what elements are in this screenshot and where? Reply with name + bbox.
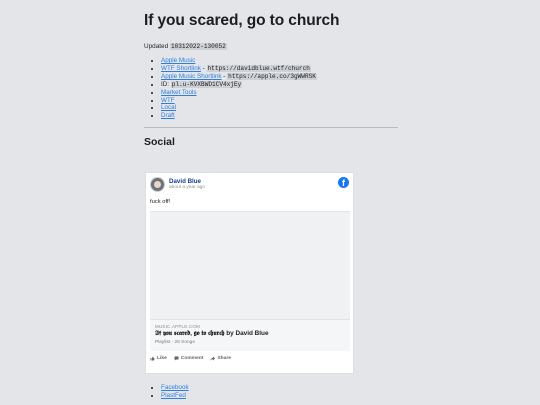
post-actions: Like Comment Share (150, 356, 231, 361)
plastfed-link[interactable]: PlastFed (161, 392, 186, 399)
social-heading: Social (144, 136, 175, 149)
wtf-shortlink-url: https://davidblue.wtf/church (206, 64, 311, 72)
avatar[interactable] (150, 177, 165, 192)
list-item: WTF Shortlink - https://davidblue.wtf/ch… (161, 64, 398, 73)
links-list: Apple Music WTF Shortlink - https://davi… (144, 57, 398, 120)
comment-label: Comment (180, 356, 204, 361)
playlist-id: pl.u-KVXBWD1CV4xjEy (170, 80, 243, 88)
list-item: WTF (161, 97, 398, 105)
updated-label: Updated (144, 43, 169, 50)
preview-domain: MUSIC.APPLE.COM (155, 324, 201, 329)
draft-link[interactable]: Draft (161, 112, 175, 119)
share-arrow-icon (210, 356, 216, 361)
id-label: ID: (161, 80, 170, 88)
page-title: If you scared, go to church (144, 12, 340, 29)
list-item: Draft (161, 112, 398, 120)
list-item: Facebook (161, 384, 189, 392)
apple-music-shortlink-link[interactable]: Apple Music Shortlink (161, 73, 222, 80)
like-button[interactable]: Like (150, 356, 167, 361)
separator: - (202, 64, 205, 72)
list-item: Local (161, 104, 398, 112)
separator: - (223, 72, 226, 80)
preview-title: 𝕴𝖋 𝖞𝖔𝖚 𝖘𝖈𝖆𝖗𝖊𝖉, 𝖌𝖔 𝖙𝖔 𝖈𝖍𝖚𝖗𝖈𝖍 by David Blu… (155, 330, 269, 338)
post-author-block: David Blue about a year ago (169, 178, 205, 191)
thumbs-up-icon (150, 356, 155, 361)
post-author[interactable]: David Blue (169, 178, 205, 185)
share-button[interactable]: Share (210, 356, 231, 361)
facebook-embed-card[interactable]: David Blue about a year ago f fuck off! … (145, 172, 354, 374)
link-preview[interactable]: MUSIC.APPLE.COM 𝕴𝖋 𝖞𝖔𝖚 𝖘𝖈𝖆𝖗𝖊𝖉, 𝖌𝖔 𝖙𝖔 𝖈𝖍𝖚… (150, 319, 350, 351)
list-item: Market Tools (161, 89, 398, 97)
preview-description: Playlist · 28 Songs (155, 340, 195, 345)
local-link[interactable]: Local (161, 104, 176, 111)
apple-music-shortlink-url: https://apple.co/3gWWRSK (227, 72, 317, 80)
comment-icon (174, 356, 179, 361)
updated-line: Updated 10312022-130052 (144, 42, 398, 51)
social-links-list: Facebook PlastFed (144, 384, 189, 400)
like-label: Like (157, 356, 167, 361)
divider (144, 127, 398, 129)
post-header: David Blue about a year ago (150, 177, 205, 192)
list-item: ID: pl.u-KVXBWD1CV4xjEy (161, 80, 398, 89)
preview-title-fancy: 𝕴𝖋 𝖞𝖔𝖚 𝖘𝖈𝖆𝖗𝖊𝖉, 𝖌𝖔 𝖙𝖔 𝖈𝖍𝖚𝖗𝖈𝖍 (155, 330, 225, 337)
facebook-link[interactable]: Facebook (161, 384, 189, 391)
wtf-shortlink-link[interactable]: WTF Shortlink (161, 65, 201, 72)
facebook-logo-letter: f (342, 178, 345, 188)
content-column: If you scared, go to church Updated 1031… (144, 10, 398, 149)
wtf-link[interactable]: WTF (161, 97, 175, 104)
post-text: fuck off! (150, 199, 171, 205)
share-label: Share (217, 356, 231, 361)
post-timestamp[interactable]: about a year ago (169, 185, 205, 191)
updated-code: 10312022-130052 (169, 43, 227, 50)
preview-title-rest: by David Blue (224, 330, 269, 337)
list-item: Apple Music Shortlink - https://apple.co… (161, 72, 398, 81)
post-media-area[interactable] (150, 211, 350, 320)
comment-button[interactable]: Comment (174, 356, 204, 361)
list-item: PlastFed (161, 392, 189, 400)
list-item: Apple Music (161, 57, 398, 65)
apple-music-link[interactable]: Apple Music (161, 57, 195, 64)
market-tools-link[interactable]: Market Tools (161, 89, 197, 96)
facebook-logo-icon[interactable]: f (338, 177, 349, 188)
page: If you scared, go to church Updated 1031… (0, 0, 540, 405)
